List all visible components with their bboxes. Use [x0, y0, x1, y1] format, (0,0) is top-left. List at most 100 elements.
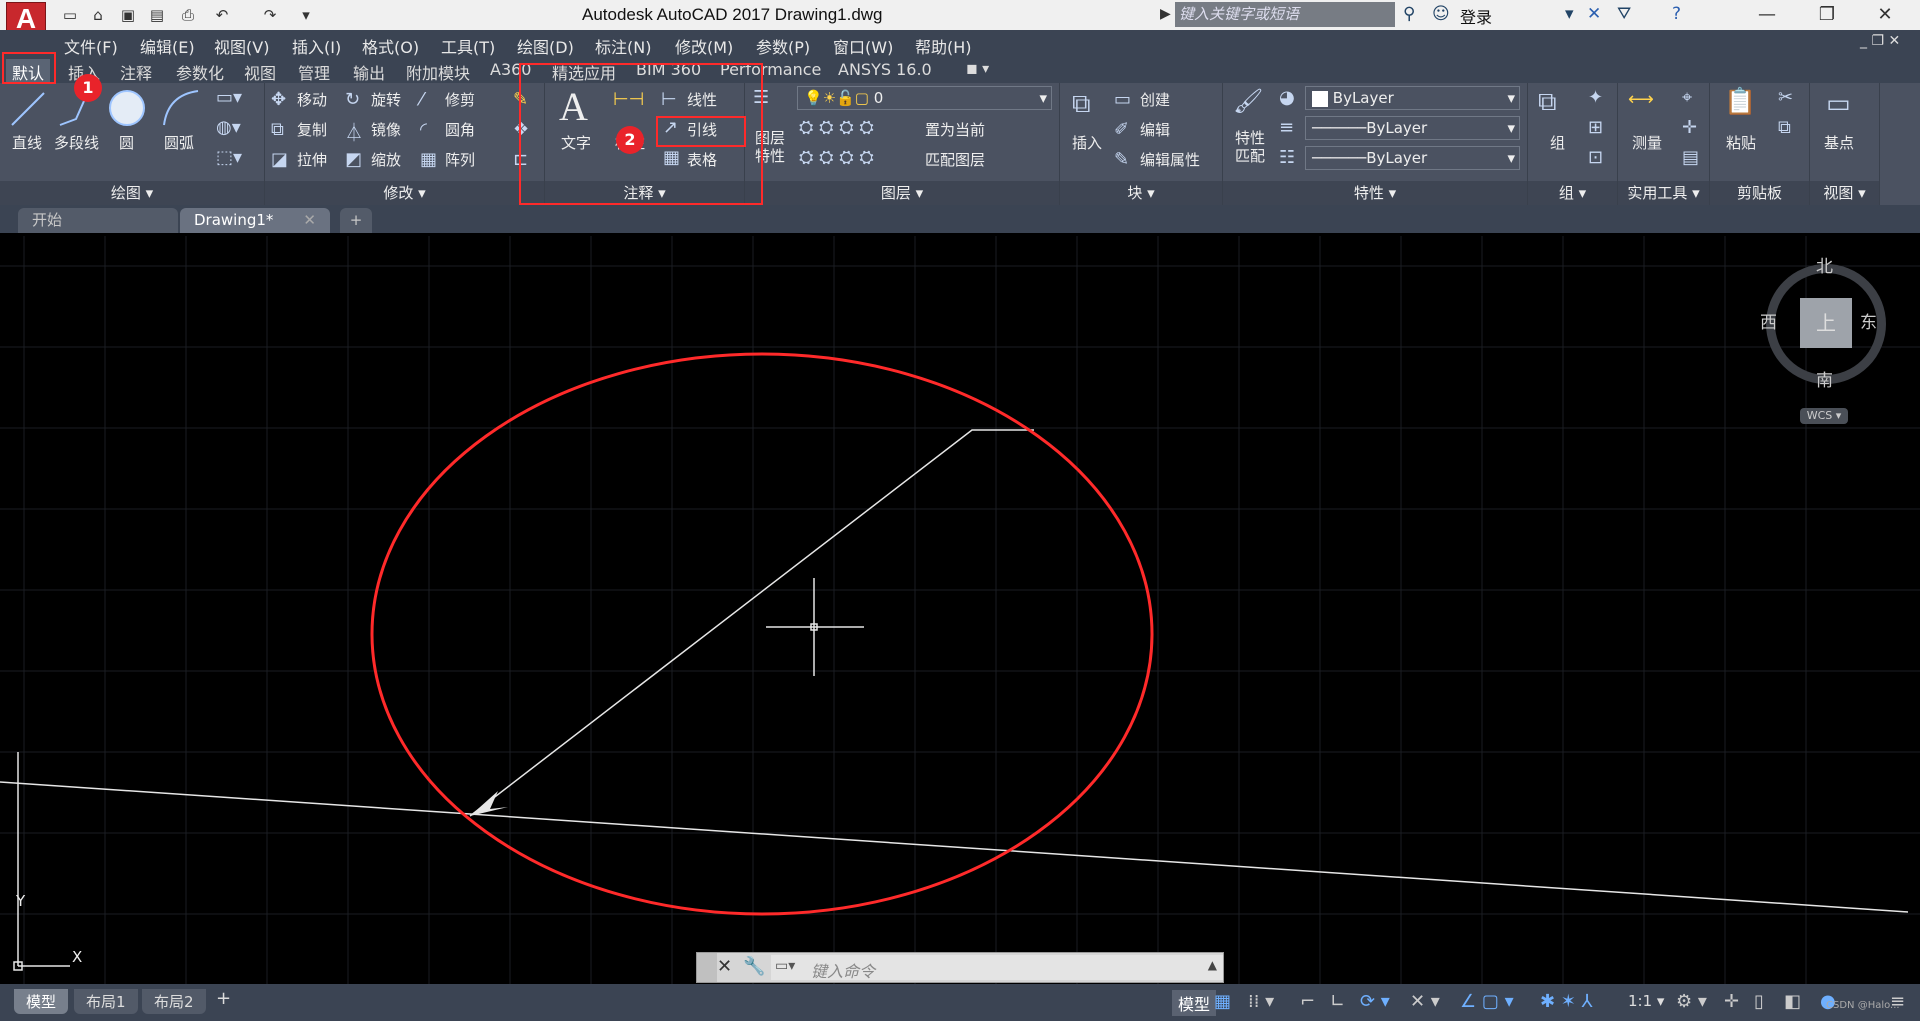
group-icon[interactable]: ⧉: [1538, 87, 1557, 118]
copy-icon[interactable]: ⧉: [271, 119, 284, 140]
new-icon[interactable]: ▭: [58, 4, 82, 26]
isolate-icon[interactable]: ▯: [1754, 991, 1764, 1012]
redo-icon[interactable]: ↷: [258, 4, 282, 26]
restore-button[interactable]: ❐: [1800, 2, 1854, 28]
login-link[interactable]: 登录: [1460, 4, 1492, 28]
menu-file[interactable]: 文件(F): [64, 34, 118, 58]
edit-attributes-label[interactable]: 编辑属性: [1140, 149, 1200, 170]
ortho-icon[interactable]: ⌐: [1300, 991, 1315, 1012]
paste-icon[interactable]: 📋: [1724, 87, 1756, 117]
stretch-icon[interactable]: ◪: [271, 149, 288, 170]
close-button[interactable]: ✕: [1858, 2, 1912, 28]
groups-panel-title[interactable]: 组 ▾: [1528, 181, 1617, 205]
command-grip[interactable]: [697, 953, 717, 982]
insert-block-icon[interactable]: ⧉: [1072, 89, 1091, 120]
print-icon[interactable]: ⎙: [176, 4, 200, 26]
lineweight-icon[interactable]: ☷: [1279, 147, 1295, 168]
workspace-gear-icon[interactable]: ⚙ ▾: [1676, 991, 1707, 1012]
base-label[interactable]: 基点: [1824, 132, 1854, 153]
viewcube-south[interactable]: 南: [1816, 366, 1833, 391]
model-space-button[interactable]: 模型: [1172, 990, 1217, 1016]
menu-parametric[interactable]: 参数(P): [756, 34, 810, 58]
open-icon[interactable]: ⌂: [86, 4, 110, 26]
base-view-icon[interactable]: ▭: [1826, 89, 1851, 119]
minimize-button[interactable]: —: [1740, 2, 1794, 28]
mirror-icon[interactable]: ⏃: [345, 119, 363, 145]
polyline-label[interactable]: 多段线: [54, 132, 99, 153]
trim-icon[interactable]: ⁄: [420, 89, 423, 110]
menu-edit[interactable]: 编辑(E): [140, 34, 195, 58]
new-tab-button[interactable]: +: [340, 208, 372, 233]
layer-tools2-icons[interactable]: ⛭ ⛭ ⛭ ⛭: [799, 147, 874, 168]
layer-tools-icons[interactable]: ⛭ ⛭ ⛭ ⛭: [799, 117, 874, 138]
layers-panel-title[interactable]: 图层 ▾: [745, 181, 1059, 205]
command-input[interactable]: 键入命令: [811, 958, 875, 982]
copy-clip-icon[interactable]: ⧉: [1778, 117, 1791, 138]
lineweight-icon-status[interactable]: ∠ ▢ ▾: [1460, 991, 1514, 1012]
leader-entity[interactable]: [469, 429, 1034, 817]
drawing-svg[interactable]: [0, 236, 1920, 984]
expand-icon[interactable]: ▶: [1160, 6, 1171, 22]
measure-label[interactable]: 测量: [1632, 132, 1662, 153]
trim-label[interactable]: 修剪: [445, 89, 475, 110]
linetype-icon[interactable]: ≡: [1279, 117, 1294, 138]
scale-icon[interactable]: ◩: [345, 149, 362, 170]
group-edit-icon[interactable]: ⊞: [1588, 117, 1603, 138]
color-dropdown[interactable]: ByLayer ▾: [1305, 86, 1520, 110]
edit-block-icon[interactable]: ✐: [1114, 119, 1129, 140]
array-icon[interactable]: ▦: [420, 149, 437, 170]
wcs-dropdown[interactable]: WCS ▾: [1800, 408, 1848, 424]
menu-draw[interactable]: 绘图(D): [517, 34, 574, 58]
boundary-icon[interactable]: ⬚▾: [216, 147, 242, 168]
calculator-icon[interactable]: ▤: [1682, 147, 1699, 168]
layout-tab-1[interactable]: 布局1: [74, 989, 138, 1014]
tab-parametric[interactable]: 参数化: [170, 59, 230, 83]
line-label[interactable]: 直线: [12, 132, 42, 153]
user-icon[interactable]: ☺: [1432, 4, 1450, 24]
annotation-scale[interactable]: 1:1 ▾: [1628, 992, 1664, 1010]
arc-icon[interactable]: [160, 87, 202, 129]
tab-ansys[interactable]: ANSYS 16.0: [832, 59, 938, 83]
scale-label[interactable]: 缩放: [371, 149, 401, 170]
menu-tools[interactable]: 工具(T): [441, 34, 495, 58]
view-panel-title[interactable]: 视图 ▾: [1810, 181, 1879, 205]
rotate-label[interactable]: 旋转: [371, 89, 401, 110]
customize-dropdown-icon[interactable]: ▾: [294, 4, 318, 26]
menu-insert[interactable]: 插入(I): [292, 34, 341, 58]
command-input-area[interactable]: ▭▾ 键入命令 ▲: [771, 955, 1223, 982]
saveas-icon[interactable]: ▤: [145, 4, 169, 26]
edit-label[interactable]: 编辑: [1140, 119, 1170, 140]
circle-icon[interactable]: [106, 87, 148, 129]
mirror-label[interactable]: 镜像: [371, 119, 401, 140]
tab-view[interactable]: 视图: [238, 59, 282, 83]
chevron-down-icon[interactable]: ▾: [1565, 4, 1574, 24]
insert-label[interactable]: 插入: [1072, 132, 1102, 153]
lineweight-dropdown[interactable]: ──────ByLayer ▾: [1305, 146, 1520, 170]
command-settings-icon[interactable]: 🔧: [743, 956, 765, 977]
polar-icon[interactable]: ∟: [1330, 991, 1345, 1012]
edit-attr-icon[interactable]: ✎: [1114, 149, 1129, 170]
measure-icon[interactable]: ⟷: [1628, 89, 1654, 110]
properties-panel-title[interactable]: 特性 ▾: [1223, 181, 1527, 205]
drawing-canvas[interactable]: Y X 上 北 南 东 西 WCS ▾: [0, 236, 1920, 984]
create-block-icon[interactable]: ▭: [1114, 89, 1131, 110]
rectangle-icon[interactable]: ▭▾: [216, 87, 242, 108]
command-close-icon[interactable]: ✕: [717, 956, 732, 977]
command-history-icon[interactable]: ▲: [1208, 958, 1217, 972]
add-layout-icon[interactable]: +: [216, 988, 231, 1009]
match-properties-label[interactable]: 特性 匹配: [1235, 129, 1265, 165]
menu-format[interactable]: 格式(O): [362, 34, 419, 58]
hatch-icon[interactable]: ◍▾: [216, 117, 241, 138]
color-wheel-icon[interactable]: ◕: [1279, 87, 1295, 108]
snap-icon[interactable]: ⁞⁞ ▾: [1248, 991, 1274, 1012]
plus-icon[interactable]: ✛: [1724, 991, 1739, 1012]
layer-dropdown[interactable]: 💡☀🔓▢ 0 ▾: [797, 86, 1052, 110]
help-icon[interactable]: ?: [1672, 4, 1681, 24]
create-label[interactable]: 创建: [1140, 89, 1170, 110]
copy-label[interactable]: 复制: [297, 119, 327, 140]
close-tab-icon[interactable]: ✕: [303, 208, 316, 232]
tab-annotate[interactable]: 注释: [114, 59, 158, 83]
tab-drawing1[interactable]: Drawing1* ✕: [180, 208, 330, 233]
linetype-dropdown[interactable]: ──────ByLayer ▾: [1305, 116, 1520, 140]
arc-label[interactable]: 圆弧: [164, 132, 194, 153]
